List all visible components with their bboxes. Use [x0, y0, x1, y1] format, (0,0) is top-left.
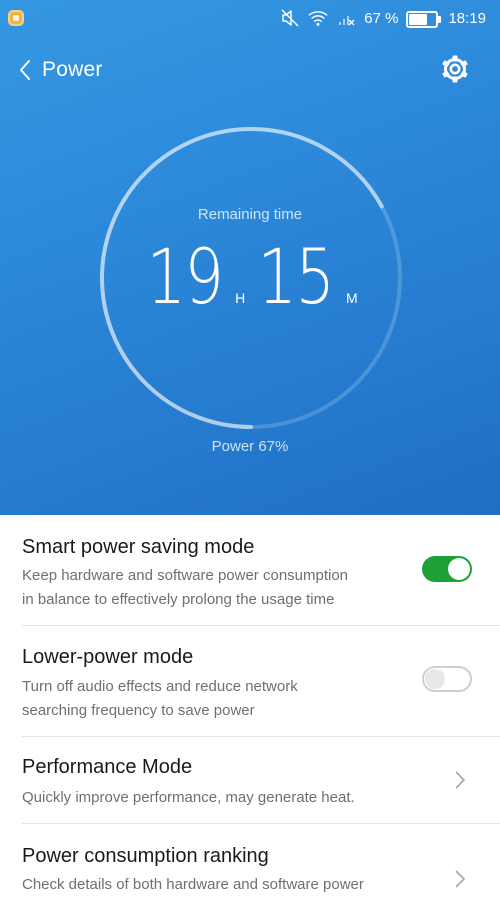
settings-button[interactable]	[440, 54, 470, 84]
clock: 18:19	[448, 9, 486, 27]
setting-title: Performance Mode	[22, 756, 193, 778]
gear-icon[interactable]	[440, 54, 470, 84]
chevron-right-icon[interactable]	[454, 869, 466, 889]
battery-icon	[406, 10, 442, 28]
setting-title: Smart power saving mode	[22, 536, 255, 558]
page-title: Power	[42, 58, 103, 81]
power-hero-panel: 67 % 18:19 Power Remaining time 19 H 15 …	[0, 0, 500, 515]
hours-unit: H	[235, 290, 246, 306]
minutes-unit: M	[345, 290, 358, 306]
power-settings-list: Smart power saving mode Keep hardware an…	[0, 515, 500, 904]
setting-description-line1: Keep hardware and software power consump…	[22, 567, 349, 584]
remaining-time-readout: 19 H 15 M	[0, 232, 500, 321]
wifi-icon	[308, 8, 328, 28]
chevron-right-icon[interactable]	[454, 770, 466, 790]
back-button[interactable]: Power	[16, 50, 103, 90]
minutes-value: 15	[257, 232, 336, 321]
setting-description-line1: Check details of both hardware and softw…	[22, 876, 364, 893]
hours-value: 19	[146, 232, 225, 321]
power-level-text: Power 67%	[211, 438, 289, 455]
list-item-power-consumption-ranking[interactable]: Power consumption ranking Check details …	[22, 824, 500, 904]
setting-description-line1: Quickly improve performance, may generat…	[22, 789, 355, 806]
battery-fill	[409, 13, 427, 25]
setting-description-line2: in balance to effectively prolong the us…	[22, 591, 335, 608]
list-item-lower-power-mode[interactable]: Lower-power mode Turn off audio effects …	[22, 626, 500, 737]
lower-power-mode-toggle[interactable]	[422, 666, 472, 692]
notification-app-icon	[8, 10, 24, 26]
chevron-left-icon[interactable]	[16, 58, 36, 82]
status-bar: 67 % 18:19	[0, 0, 500, 36]
setting-description-line1: Turn off audio effects and reduce networ…	[22, 678, 298, 695]
list-item-performance-mode[interactable]: Performance Mode Quickly improve perform…	[22, 737, 500, 824]
setting-description-line2: searching frequency to save power	[22, 702, 255, 719]
remaining-time-label: Remaining time	[197, 206, 303, 223]
smart-power-saving-toggle[interactable]	[422, 556, 472, 582]
app-header: Power	[0, 46, 500, 92]
battery-percent: 67 %	[364, 9, 399, 27]
setting-title: Lower-power mode	[22, 646, 194, 668]
status-icons: 67 % 18:19	[280, 8, 486, 28]
list-item-smart-power-saving[interactable]: Smart power saving mode Keep hardware an…	[22, 515, 500, 626]
no-signal-icon	[336, 8, 356, 28]
mute-icon	[280, 8, 300, 28]
setting-title: Power consumption ranking	[22, 845, 269, 867]
